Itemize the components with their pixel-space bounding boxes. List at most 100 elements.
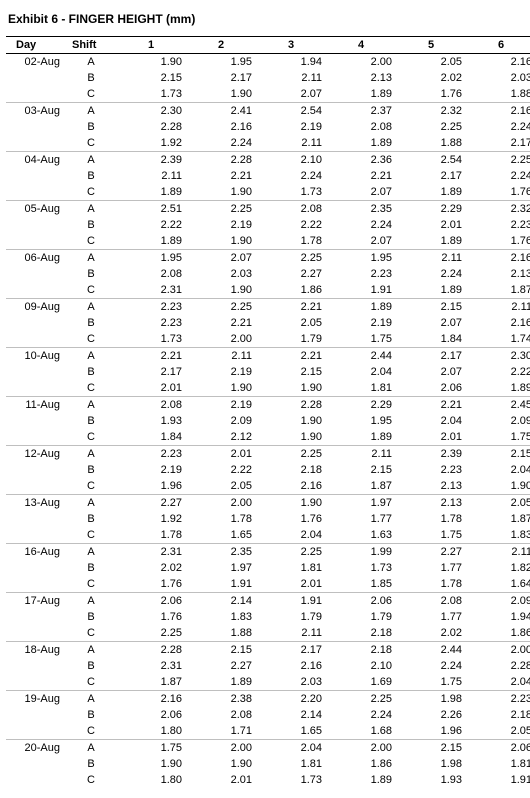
cell-day [6, 478, 66, 495]
cell-shift: A [66, 593, 116, 610]
cell-value: 1.75 [326, 331, 396, 348]
table-row: B2.312.272.162.102.242.28 [6, 658, 530, 674]
cell-shift: C [66, 429, 116, 446]
cell-value: 1.90 [256, 429, 326, 446]
cell-value: 1.85 [326, 576, 396, 593]
cell-value: 1.79 [256, 331, 326, 348]
cell-shift: B [66, 119, 116, 135]
cell-value: 2.36 [326, 152, 396, 169]
cell-value: 2.17 [396, 168, 466, 184]
cell-value: 2.00 [186, 740, 256, 757]
header-col-2: 2 [186, 37, 256, 54]
cell-value: 2.11 [396, 250, 466, 267]
cell-value: 2.25 [186, 299, 256, 316]
cell-value: 2.24 [186, 135, 256, 152]
cell-value: 2.13 [326, 70, 396, 86]
cell-value: 2.08 [256, 201, 326, 218]
cell-value: 2.08 [116, 266, 186, 282]
table-row: B2.282.162.192.082.252.24 [6, 119, 530, 135]
cell-value: 2.45 [466, 397, 530, 414]
table-row: C1.781.652.041.631.751.83 [6, 527, 530, 544]
table-row: 17-AugA2.062.141.912.062.082.09 [6, 593, 530, 610]
cell-value: 1.78 [186, 511, 256, 527]
cell-value: 1.90 [256, 380, 326, 397]
cell-value: 2.27 [256, 266, 326, 282]
table-row: 05-AugA2.512.252.082.352.292.32 [6, 201, 530, 218]
table-row: C1.761.912.011.851.781.64 [6, 576, 530, 593]
table-row: B2.021.971.811.731.771.82 [6, 560, 530, 576]
cell-shift: B [66, 756, 116, 772]
cell-shift: C [66, 625, 116, 642]
cell-value: 2.16 [466, 103, 530, 120]
cell-value: 2.05 [186, 478, 256, 495]
table-row: 11-AugA2.082.192.282.292.212.45 [6, 397, 530, 414]
cell-value: 2.00 [186, 495, 256, 512]
cell-day [6, 315, 66, 331]
cell-value: 2.03 [186, 266, 256, 282]
cell-value: 2.29 [326, 397, 396, 414]
cell-shift: B [66, 413, 116, 429]
cell-value: 2.16 [116, 691, 186, 708]
cell-value: 1.80 [116, 723, 186, 740]
cell-value: 1.88 [466, 86, 530, 103]
cell-shift: B [66, 462, 116, 478]
table-row: 02-AugA1.901.951.942.002.052.16 [6, 54, 530, 71]
cell-value: 2.37 [326, 103, 396, 120]
cell-value: 1.78 [116, 527, 186, 544]
cell-shift: B [66, 217, 116, 233]
cell-value: 1.90 [186, 184, 256, 201]
cell-value: 2.11 [466, 299, 530, 316]
table-row: B2.062.082.142.242.262.18 [6, 707, 530, 723]
cell-value: 2.15 [396, 740, 466, 757]
cell-value: 2.25 [186, 201, 256, 218]
cell-value: 2.07 [396, 315, 466, 331]
cell-value: 2.11 [116, 168, 186, 184]
cell-shift: B [66, 560, 116, 576]
cell-shift: B [66, 168, 116, 184]
cell-value: 1.68 [326, 723, 396, 740]
cell-shift: C [66, 233, 116, 250]
cell-value: 1.92 [116, 511, 186, 527]
cell-value: 2.04 [256, 527, 326, 544]
cell-value: 2.00 [186, 331, 256, 348]
cell-value: 2.16 [256, 478, 326, 495]
cell-value: 2.21 [326, 168, 396, 184]
cell-value: 2.39 [396, 446, 466, 463]
cell-value: 2.07 [326, 184, 396, 201]
table-row: B2.232.212.052.192.072.16 [6, 315, 530, 331]
cell-value: 2.22 [466, 364, 530, 380]
cell-value: 2.15 [326, 462, 396, 478]
cell-day [6, 658, 66, 674]
cell-shift: A [66, 103, 116, 120]
cell-value: 2.19 [186, 364, 256, 380]
cell-value: 2.14 [256, 707, 326, 723]
cell-value: 1.76 [466, 184, 530, 201]
cell-value: 2.28 [466, 658, 530, 674]
cell-value: 2.03 [466, 70, 530, 86]
cell-day [6, 723, 66, 740]
cell-value: 2.19 [116, 462, 186, 478]
cell-value: 1.89 [396, 184, 466, 201]
cell-day [6, 772, 66, 788]
cell-value: 1.89 [396, 282, 466, 299]
cell-shift: B [66, 315, 116, 331]
cell-day [6, 413, 66, 429]
cell-day [6, 527, 66, 544]
cell-shift: C [66, 184, 116, 201]
cell-value: 1.89 [326, 772, 396, 788]
cell-value: 2.13 [396, 478, 466, 495]
cell-shift: A [66, 446, 116, 463]
cell-day: 09-Aug [6, 299, 66, 316]
table-row: C1.891.901.782.071.891.76 [6, 233, 530, 250]
table-row: B2.222.192.222.242.012.23 [6, 217, 530, 233]
cell-value: 2.21 [256, 348, 326, 365]
cell-value: 1.91 [256, 593, 326, 610]
cell-value: 2.19 [186, 217, 256, 233]
cell-value: 2.18 [326, 625, 396, 642]
cell-value: 1.84 [116, 429, 186, 446]
cell-value: 1.95 [326, 413, 396, 429]
cell-value: 1.87 [326, 478, 396, 495]
cell-value: 2.31 [116, 282, 186, 299]
cell-value: 2.11 [256, 135, 326, 152]
cell-value: 2.18 [326, 642, 396, 659]
